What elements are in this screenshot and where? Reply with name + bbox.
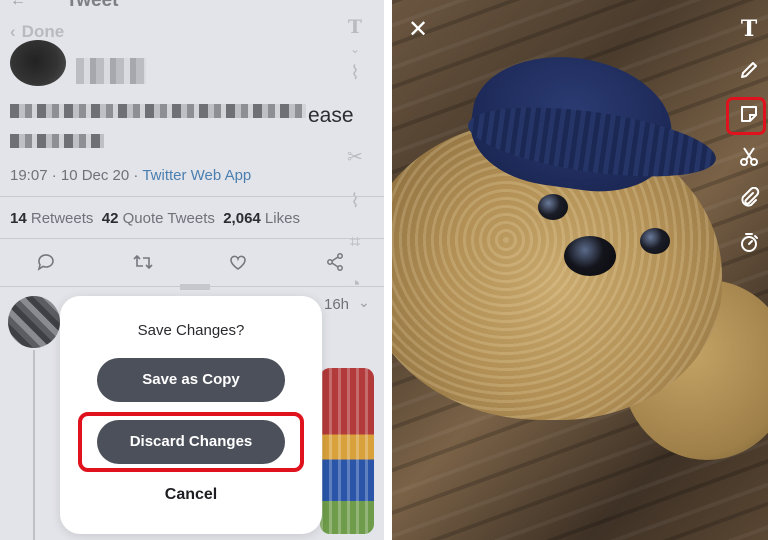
- likes-count: 2,064: [223, 210, 261, 227]
- text-icon[interactable]: T: [734, 14, 764, 44]
- quotes-stat[interactable]: 42 Quote Tweets: [102, 210, 215, 227]
- bear-right-eye: [640, 228, 670, 254]
- discard-changes-button[interactable]: Discard Changes: [97, 420, 285, 464]
- panel-divider: [384, 0, 392, 540]
- timer-icon[interactable]: [734, 228, 764, 258]
- likes-label: Likes: [260, 210, 300, 227]
- retweets-stat[interactable]: 14 Retweets: [10, 210, 93, 227]
- blurred-reply-name: [180, 284, 210, 290]
- reply-timestamp: 16h: [324, 296, 350, 313]
- reply-image[interactable]: [320, 368, 374, 534]
- via-link[interactable]: Twitter Web App: [142, 167, 251, 184]
- tweet-text-tail: ease: [308, 104, 354, 127]
- snap-editor: ✕ T: [392, 0, 768, 540]
- reply-avatar[interactable]: [8, 296, 60, 348]
- retweet-icon[interactable]: [131, 250, 155, 274]
- quotes-count: 42: [101, 210, 119, 227]
- share-icon[interactable]: [323, 250, 347, 274]
- avatar[interactable]: [10, 40, 66, 86]
- chevron-left-icon: ‹: [10, 22, 16, 41]
- done-button[interactable]: ‹ Done: [10, 22, 64, 42]
- faded-text-icon: T: [347, 16, 363, 38]
- faded-scissors-icon: ✂: [347, 147, 363, 168]
- faded-paperclip-icon-2: ⌇: [350, 191, 360, 212]
- thread-line: [33, 350, 35, 540]
- done-label: Done: [21, 22, 65, 41]
- save-changes-dialog: Save Changes? Save as Copy Discard Chang…: [60, 296, 322, 534]
- dialog-title: Save Changes?: [137, 322, 245, 339]
- bear-nose: [564, 236, 616, 276]
- bear-left-eye: [538, 194, 568, 220]
- blurred-tweet-line-1: [10, 104, 306, 118]
- chevron-down-icon[interactable]: ⌄: [358, 294, 370, 311]
- retweets-count: 14: [10, 210, 27, 227]
- save-as-copy-button[interactable]: Save as Copy: [97, 358, 285, 402]
- like-icon[interactable]: [226, 250, 250, 274]
- close-icon[interactable]: ✕: [404, 16, 432, 44]
- tweet-timestamp: 19:07 · 10 Dec 20 ·: [10, 167, 143, 184]
- cancel-button[interactable]: Cancel: [60, 486, 322, 504]
- divider: [0, 238, 384, 239]
- likes-stat[interactable]: 2,064 Likes: [223, 210, 300, 227]
- back-arrow-icon[interactable]: ←: [10, 0, 26, 10]
- tweet-meta: 19:07 · 10 Dec 20 · Twitter Web App: [10, 167, 251, 184]
- sticker-highlight-box: [726, 97, 766, 135]
- top-bar: ← Tweet: [0, 0, 384, 14]
- reply-icon[interactable]: [34, 250, 58, 274]
- blurred-username: [76, 58, 146, 84]
- retweets-label: Retweets: [26, 210, 94, 227]
- quotes-label: Quote Tweets: [118, 210, 215, 227]
- faded-paperclip-icon: ⌇: [350, 63, 360, 84]
- faded-chevron-icon: ⌄: [349, 42, 361, 56]
- divider: [0, 196, 384, 197]
- tweet-stats: 14 Retweets 42 Quote Tweets 2,064 Likes: [10, 210, 300, 227]
- faded-timer-icon: ◔: [349, 274, 361, 295]
- blurred-tweet-line-2: [10, 134, 104, 148]
- scissors-icon[interactable]: [734, 142, 764, 172]
- pencil-icon[interactable]: [734, 56, 764, 86]
- paperclip-icon[interactable]: [734, 184, 764, 214]
- header-title: Tweet: [66, 0, 119, 11]
- twitter-screen: ← Tweet ‹ Done T ⌄ ⌇ ✂ ⌇ ⌗ ◔ ease 19:07 ·…: [0, 0, 384, 540]
